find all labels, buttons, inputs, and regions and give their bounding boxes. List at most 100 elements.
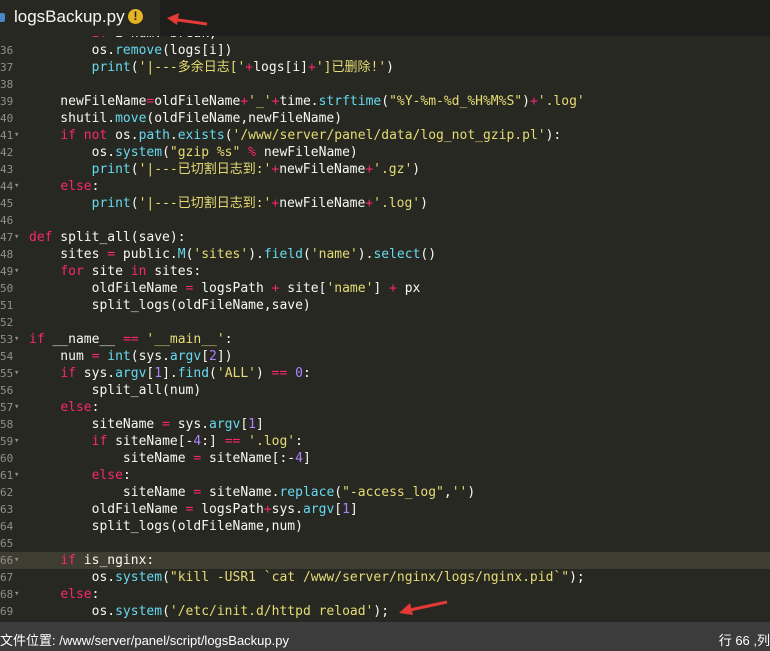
line-number: 38: [0, 78, 13, 91]
line-number: 58: [0, 418, 13, 431]
annotation-arrow-icon: [399, 600, 448, 615]
python-file-icon: [0, 13, 5, 22]
line-number: 40: [0, 112, 13, 125]
code-line[interactable]: ▾ 57 else:: [0, 399, 770, 416]
code-line[interactable]: 54 num = int(sys.argv[2]): [0, 348, 770, 365]
fold-arrow-icon[interactable]: ▾: [14, 178, 22, 195]
file-path-label: 文件位置: /www/server/panel/script/logsBacku…: [0, 633, 289, 648]
code-text: split_logs(oldFileName,num): [29, 519, 303, 534]
code-line[interactable]: ▾ 53 if __name__ == '__main__':: [0, 331, 770, 348]
fold-arrow-icon[interactable]: ▾: [14, 433, 22, 450]
code-text: split_all(num): [29, 383, 202, 398]
code-line[interactable]: 58 siteName = sys.argv[1]: [0, 416, 770, 433]
status-bar: 文件位置: /www/server/panel/script/logsBacku…: [0, 622, 770, 651]
code-text: print('|---已切割日志到:'+newFileName+'.log'): [91, 196, 428, 211]
line-number: 49: [0, 265, 13, 278]
code-line[interactable]: 40 shutil.move(oldFileName,newFileName): [0, 110, 770, 127]
code-line[interactable]: 39 newFileName=oldFileName+'_'+time.strf…: [0, 93, 770, 110]
warning-icon[interactable]: !: [128, 9, 143, 24]
code-line[interactable]: 51 split_logs(oldFileName,save): [0, 297, 770, 314]
line-number: 44: [0, 180, 13, 193]
code-line[interactable]: 56 split_all(num): [0, 382, 770, 399]
line-number: 57: [0, 401, 13, 414]
code-text: if siteName[-4:] == '.log':: [91, 434, 303, 449]
fold-arrow-icon[interactable]: ▾: [14, 229, 22, 246]
code-line[interactable]: ▾ 55 if sys.argv[1].find('ALL') == 0:: [0, 365, 770, 382]
line-number: 36: [0, 44, 13, 57]
code-text: siteName = siteName[:-4]: [29, 451, 311, 466]
code-line[interactable]: 64 split_logs(oldFileName,num): [0, 518, 770, 535]
code-line[interactable]: ▾ 41 if not os.path.exists('/www/server/p…: [0, 127, 770, 144]
line-number: 43: [0, 163, 13, 176]
code-line[interactable]: 45 print('|---已切割日志到:'+newFileName+'.log…: [0, 195, 770, 212]
fold-arrow-icon[interactable]: ▾: [14, 467, 22, 484]
line-number: 50: [0, 282, 13, 295]
line-number: 48: [0, 248, 13, 261]
line-number: 59: [0, 435, 13, 448]
code-line[interactable]: ▾ 44 else:: [0, 178, 770, 195]
line-number: 54: [0, 350, 13, 363]
line-number: 46: [0, 214, 13, 227]
code-text: os.system("kill -USR1 `cat /www/server/n…: [29, 570, 585, 585]
fold-arrow-icon[interactable]: ▾: [14, 331, 22, 348]
code-line[interactable]: 36 os.remove(logs[i]): [0, 42, 770, 59]
code-line[interactable]: 65: [0, 535, 770, 552]
code-text: if __name__ == '__main__':: [29, 332, 233, 347]
code-line[interactable]: 52: [0, 314, 770, 331]
code-text: oldFileName = logsPath + site['name'] + …: [29, 281, 421, 296]
line-number: 55: [0, 367, 13, 380]
fold-arrow-icon[interactable]: ▾: [14, 399, 22, 416]
code-line[interactable]: ▾ 68 else:: [0, 586, 770, 603]
line-number: 68: [0, 588, 13, 601]
code-text: if sys.argv[1].find('ALL') == 0:: [60, 366, 311, 381]
code-line[interactable]: 38: [0, 76, 770, 93]
code-text: if is_nginx:: [60, 553, 155, 568]
code-text: os.system('/etc/init.d/httpd reload');: [29, 604, 390, 619]
code-editor[interactable]: if i>num: break;36 os.remove(logs[i])37 …: [0, 36, 770, 622]
code-line[interactable]: 43 print('|---已切割日志到:'+newFileName+'.gz'…: [0, 161, 770, 178]
code-text: print('|---多余日志['+logs[i]+']已删除!'): [91, 60, 394, 75]
code-text: siteName = sys.argv[1]: [29, 417, 264, 432]
code-line[interactable]: 42 os.system("gzip %s" % newFileName): [0, 144, 770, 161]
line-number: 64: [0, 520, 13, 533]
code-line[interactable]: ▾ 49 for site in sites:: [0, 263, 770, 280]
line-number: 52: [0, 316, 13, 329]
line-number: 45: [0, 197, 13, 210]
fold-arrow-icon[interactable]: ▾: [14, 586, 22, 603]
code-text: else:: [60, 587, 100, 602]
code-line[interactable]: 63 oldFileName = logsPath+sys.argv[1]: [0, 501, 770, 518]
line-number: 39: [0, 95, 13, 108]
tab-logsbackup[interactable]: logsBackup.py !: [0, 0, 160, 36]
code-line[interactable]: ▾ 66 if is_nginx:: [0, 552, 770, 569]
code-line[interactable]: 37 print('|---多余日志['+logs[i]+']已删除!'): [0, 59, 770, 76]
code-text: shutil.move(oldFileName,newFileName): [29, 111, 343, 126]
code-line[interactable]: 48 sites = public.M('sites').field('name…: [0, 246, 770, 263]
line-number: 61: [0, 469, 13, 482]
code-line[interactable]: 67 os.system("kill -USR1 `cat /www/serve…: [0, 569, 770, 586]
fold-arrow-icon[interactable]: ▾: [14, 263, 22, 280]
code-line[interactable]: 62 siteName = siteName.replace("-access_…: [0, 484, 770, 501]
line-number: 66: [0, 554, 13, 567]
code-line[interactable]: ▾ 61 else:: [0, 467, 770, 484]
code-line[interactable]: 69 os.system('/etc/init.d/httpd reload')…: [0, 603, 770, 620]
code-line[interactable]: 60 siteName = siteName[:-4]: [0, 450, 770, 467]
line-number: 62: [0, 486, 13, 499]
line-number: 67: [0, 571, 13, 584]
code-text: else:: [60, 400, 100, 415]
line-number: 63: [0, 503, 13, 516]
code-line[interactable]: 46: [0, 212, 770, 229]
code-line[interactable]: ▾ 59 if siteName[-4:] == '.log':: [0, 433, 770, 450]
fold-arrow-icon[interactable]: ▾: [14, 127, 22, 144]
code-text: os.remove(logs[i]): [29, 43, 233, 58]
code-text: else:: [60, 179, 100, 194]
line-number: 51: [0, 299, 13, 312]
tab-title: logsBackup.py: [14, 7, 125, 26]
cursor-position[interactable]: 行 66 ,列: [719, 630, 770, 649]
fold-arrow-icon[interactable]: ▾: [14, 365, 22, 382]
code-text: else:: [91, 468, 131, 483]
code-line[interactable]: 50 oldFileName = logsPath + site['name']…: [0, 280, 770, 297]
fold-arrow-icon[interactable]: ▾: [14, 552, 22, 569]
code-text: os.system("gzip %s" % newFileName): [29, 145, 358, 160]
code-line[interactable]: ▾ 47 def split_all(save):: [0, 229, 770, 246]
line-number: 37: [0, 61, 13, 74]
